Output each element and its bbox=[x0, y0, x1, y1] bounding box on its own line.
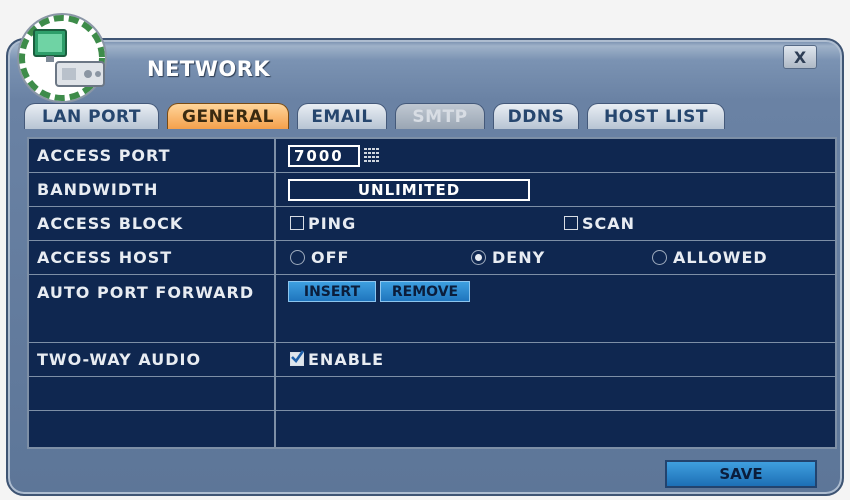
row-two-way-audio: TWO-WAY AUDIO ENABLE bbox=[29, 343, 835, 377]
settings-panel: ACCESS PORT 7000 BANDWIDTH UNLIMITED ACC… bbox=[27, 137, 837, 449]
off-label: OFF bbox=[311, 248, 350, 267]
deny-label: DENY bbox=[492, 248, 546, 267]
dialog-title: NETWORK bbox=[147, 57, 271, 81]
allowed-label: ALLOWED bbox=[673, 248, 768, 267]
ping-checkbox[interactable] bbox=[290, 216, 304, 230]
checkmark-icon bbox=[291, 350, 304, 364]
enable-checkbox[interactable] bbox=[290, 350, 304, 366]
tab-smtp: SMTP bbox=[395, 103, 485, 129]
row-access-port: ACCESS PORT 7000 bbox=[29, 139, 835, 173]
tab-host-list[interactable]: HOST LIST bbox=[587, 103, 725, 129]
row-bandwidth: BANDWIDTH UNLIMITED bbox=[29, 173, 835, 207]
bandwidth-label: BANDWIDTH bbox=[29, 173, 276, 206]
tab-ddns[interactable]: DDNS bbox=[493, 103, 579, 129]
row-empty-2 bbox=[29, 411, 835, 447]
empty-label-1 bbox=[29, 377, 276, 410]
scan-label: SCAN bbox=[582, 214, 636, 233]
empty-label-2 bbox=[29, 411, 276, 447]
tab-lan-port[interactable]: LAN PORT bbox=[24, 103, 159, 129]
enable-label: ENABLE bbox=[308, 350, 385, 369]
radio-allowed[interactable] bbox=[652, 250, 667, 265]
row-auto-port-forward: AUTO PORT FORWARD INSERT REMOVE bbox=[29, 275, 835, 343]
ping-label: PING bbox=[308, 214, 357, 233]
access-host-label: ACCESS HOST bbox=[29, 241, 276, 274]
two-way-audio-label: TWO-WAY AUDIO bbox=[29, 343, 276, 376]
access-port-input[interactable]: 7000 bbox=[288, 145, 360, 167]
save-button[interactable]: SAVE bbox=[665, 460, 817, 488]
tab-bar: LAN PORT GENERAL EMAIL SMTP DDNS HOST LI… bbox=[24, 103, 836, 129]
insert-button[interactable]: INSERT bbox=[288, 281, 376, 302]
auto-port-forward-label: AUTO PORT FORWARD bbox=[29, 275, 276, 342]
access-port-label: ACCESS PORT bbox=[29, 139, 276, 172]
close-button[interactable]: X bbox=[783, 45, 817, 69]
radio-deny[interactable] bbox=[471, 250, 486, 265]
scan-checkbox[interactable] bbox=[564, 216, 578, 230]
tab-email[interactable]: EMAIL bbox=[297, 103, 387, 129]
access-block-label: ACCESS BLOCK bbox=[29, 207, 276, 240]
row-empty-1 bbox=[29, 377, 835, 411]
row-access-block: ACCESS BLOCK PING SCAN bbox=[29, 207, 835, 241]
tab-general[interactable]: GENERAL bbox=[167, 103, 289, 129]
keypad-icon[interactable] bbox=[364, 148, 380, 162]
bandwidth-select[interactable]: UNLIMITED bbox=[288, 179, 530, 201]
radio-off[interactable] bbox=[290, 250, 305, 265]
dvr-network-icon bbox=[17, 13, 107, 103]
remove-button[interactable]: REMOVE bbox=[380, 281, 470, 302]
row-access-host: ACCESS HOST OFF DENY ALLOWED bbox=[29, 241, 835, 275]
